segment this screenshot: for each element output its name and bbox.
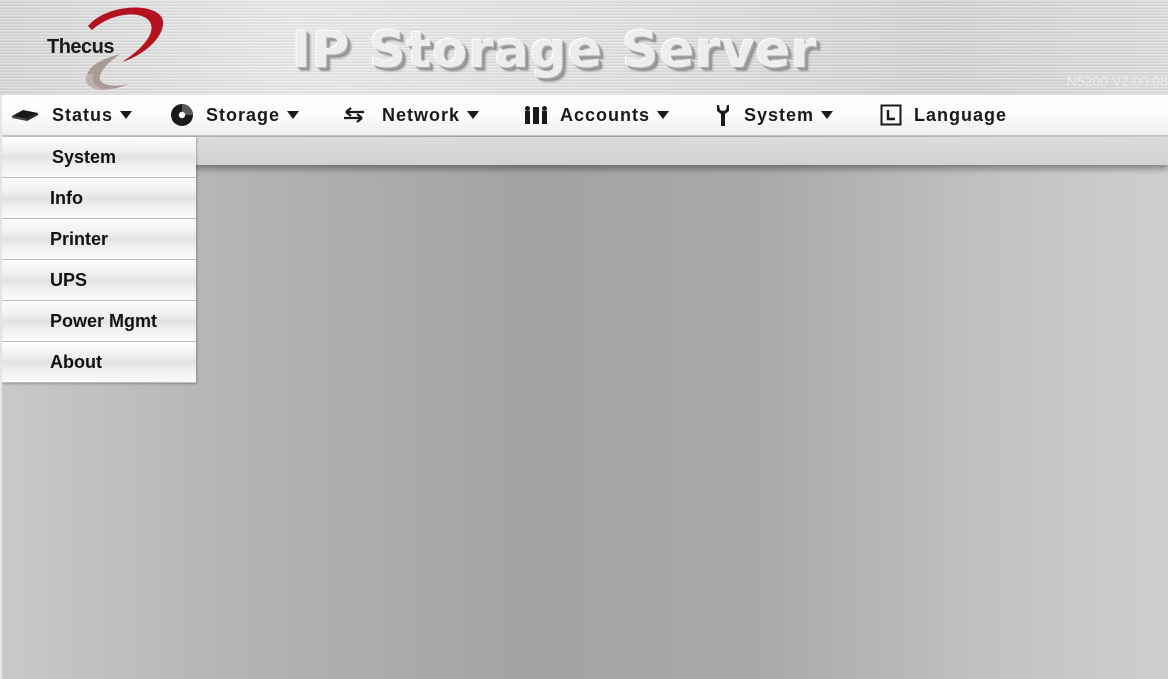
menu-accounts[interactable]: Accounts	[524, 95, 670, 135]
menu-status-label: Status	[52, 104, 114, 125]
dropdown-item-system[interactable]: System	[2, 137, 196, 178]
menu-storage[interactable]: Storage	[170, 95, 300, 135]
dropdown-item-info[interactable]: Info	[2, 178, 196, 219]
dropdown-item-power-mgmt[interactable]: Power Mgmt	[2, 301, 196, 342]
chevron-down-icon	[821, 111, 834, 119]
dropdown-item-about[interactable]: About	[2, 342, 196, 383]
language-icon	[880, 104, 902, 126]
menu-bar: Status Storage Network Accounts System L…	[0, 95, 1168, 136]
thecus-logo[interactable]: Thecus	[36, 4, 172, 92]
chevron-down-icon	[120, 111, 133, 119]
menu-system[interactable]: System	[714, 95, 834, 135]
chevron-down-icon	[287, 111, 300, 119]
chevron-down-icon	[467, 111, 480, 119]
menu-system-label: System	[744, 104, 815, 125]
product-title: IP Storage Server	[292, 21, 818, 79]
logo-text: Thecus	[47, 36, 115, 58]
chevron-down-icon	[657, 111, 670, 119]
status-dropdown-menu: System Info Printer UPS Power Mgmt About	[2, 137, 196, 383]
network-arrows-icon	[340, 105, 370, 125]
dropdown-item-printer[interactable]: Printer	[2, 219, 196, 260]
title-wrap: IP Storage Server	[292, 14, 972, 86]
page: Thecus IP Storage Server N5200 V2.00.08 …	[0, 0, 1168, 679]
users-icon	[524, 105, 548, 125]
menu-storage-label: Storage	[206, 104, 281, 125]
menu-network-label: Network	[382, 104, 461, 125]
hdd-icon	[10, 107, 40, 123]
menu-network[interactable]: Network	[340, 95, 480, 135]
disk-icon	[170, 103, 194, 127]
menu-language-label: Language	[914, 104, 1008, 125]
header-banner: Thecus IP Storage Server N5200 V2.00.08	[0, 0, 1168, 96]
dropdown-item-ups[interactable]: UPS	[2, 260, 196, 301]
menu-language[interactable]: Language	[880, 95, 1007, 135]
firmware-version: N5200 V2.00.08	[1066, 73, 1168, 89]
menu-accounts-label: Accounts	[560, 104, 651, 125]
menu-status[interactable]: Status	[10, 95, 133, 135]
tool-icon	[714, 103, 732, 127]
